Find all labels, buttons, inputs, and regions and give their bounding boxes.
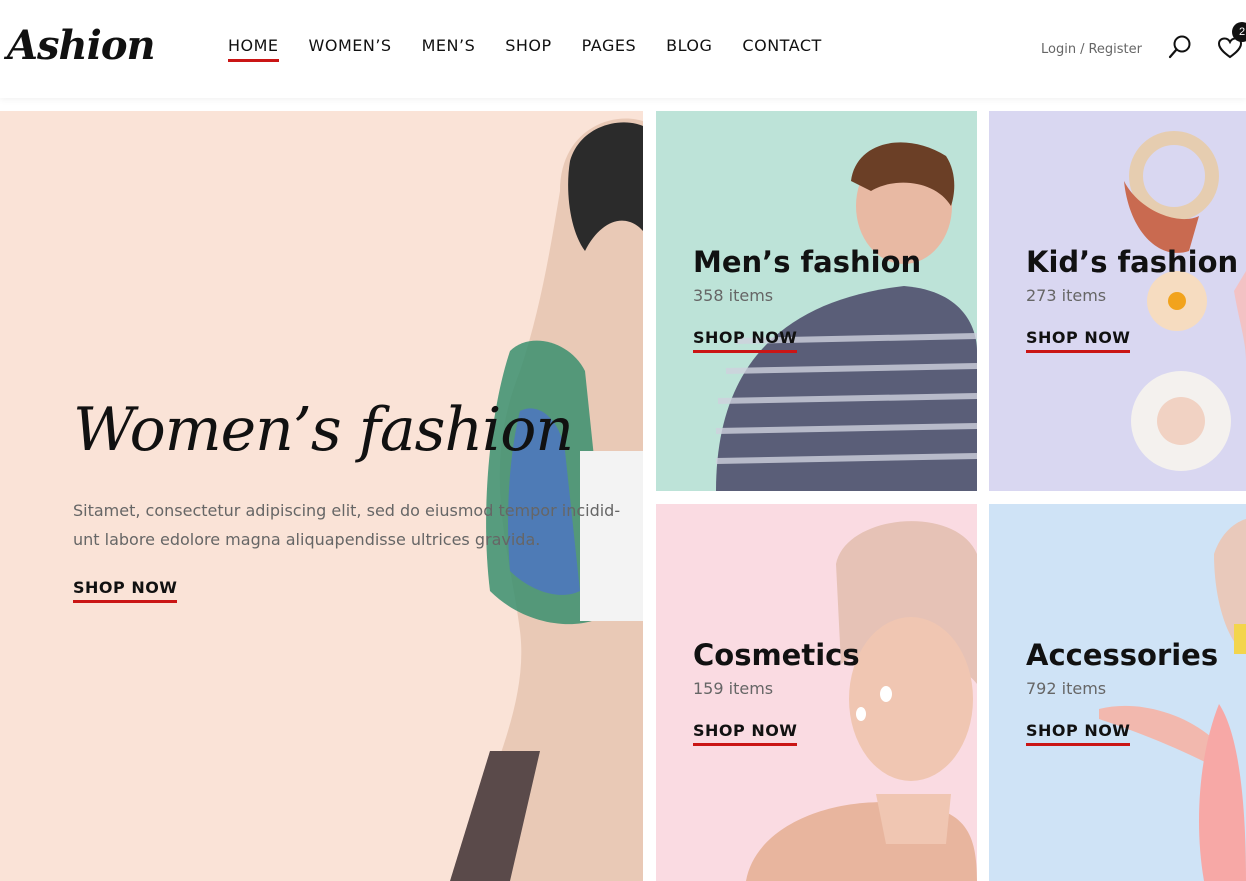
category-count: 792 items — [1026, 679, 1107, 698]
hero-banner: Women’s fashion Sitamet, consectetur adi… — [0, 111, 643, 881]
category-title: Kid’s fashion — [1026, 245, 1239, 279]
mens-shop-now-link[interactable]: SHOP NOW — [693, 328, 798, 353]
category-cosmetics[interactable]: Cosmetics 159 items SHOP NOW — [656, 504, 977, 881]
category-title: Accessories — [1026, 638, 1219, 672]
nav-home[interactable]: HOME — [228, 36, 279, 62]
category-count: 273 items — [1026, 286, 1107, 305]
category-accessories[interactable]: Accessories 792 items SHOP NOW — [989, 504, 1246, 881]
login-link[interactable]: Login — [1041, 42, 1076, 57]
auth-separator: / — [1080, 42, 1085, 57]
register-link[interactable]: Register — [1088, 42, 1142, 57]
main-nav: HOME WOMEN’S MEN’S SHOP PAGES BLOG CONTA… — [228, 36, 822, 62]
hero-title: Women’s fashion — [73, 395, 574, 465]
cosmetics-shop-now-link[interactable]: SHOP NOW — [693, 721, 798, 746]
nav-womens[interactable]: WOMEN’S — [309, 36, 392, 62]
nav-pages[interactable]: PAGES — [582, 36, 636, 62]
hero-shop-now-link[interactable]: SHOP NOW — [73, 578, 178, 603]
accessories-shop-now-link[interactable]: SHOP NOW — [1026, 721, 1131, 746]
category-title: Men’s fashion — [693, 245, 922, 279]
site-header: Ashion HOME WOMEN’S MEN’S SHOP PAGES BLO… — [0, 0, 1246, 98]
site-logo[interactable]: Ashion — [7, 22, 156, 69]
category-count: 358 items — [693, 286, 774, 305]
category-title: Cosmetics — [693, 638, 860, 672]
search-icon[interactable] — [1167, 34, 1193, 60]
category-kids[interactable]: Kid’s fashion 273 items SHOP NOW — [989, 111, 1246, 491]
nav-contact[interactable]: CONTACT — [742, 36, 821, 62]
kids-shop-now-link[interactable]: SHOP NOW — [1026, 328, 1131, 353]
category-mens[interactable]: Men’s fashion 358 items SHOP NOW — [656, 111, 977, 491]
wishlist-count-badge: 2 — [1232, 22, 1246, 42]
auth-links: Login / Register — [1041, 42, 1142, 57]
hero-description: Sitamet, consectetur adipiscing elit, se… — [73, 501, 621, 549]
nav-shop[interactable]: SHOP — [505, 36, 551, 62]
category-count: 159 items — [693, 679, 774, 698]
nav-mens[interactable]: MEN’S — [422, 36, 476, 62]
nav-blog[interactable]: BLOG — [666, 36, 712, 62]
